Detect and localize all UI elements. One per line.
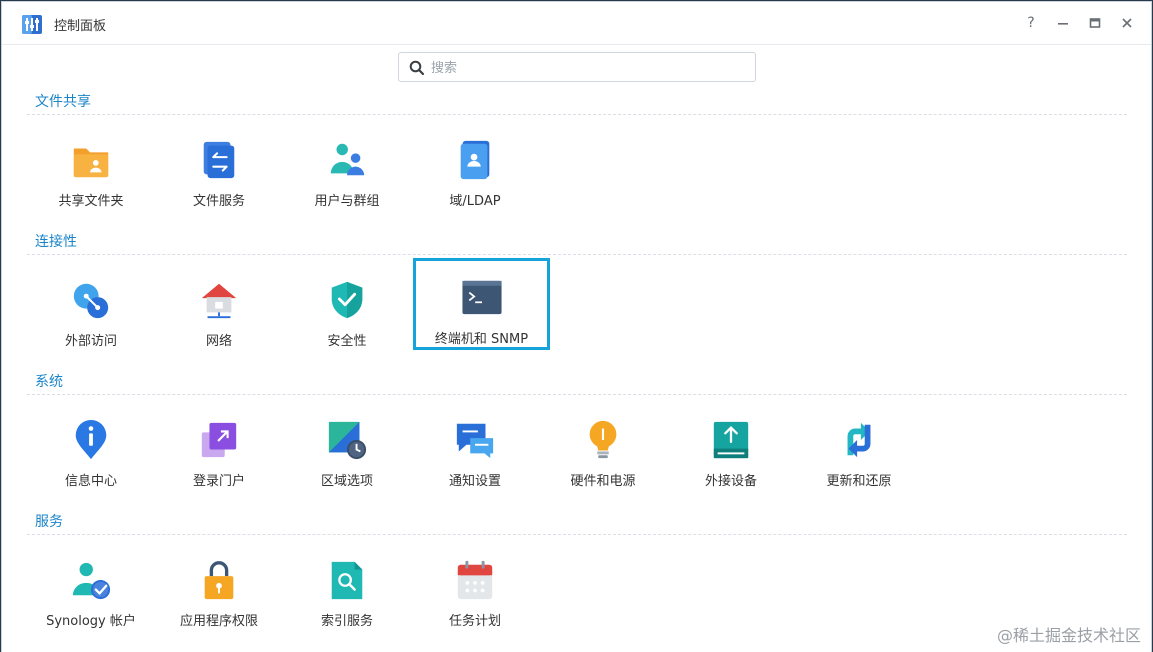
synology-account-icon xyxy=(72,562,111,600)
section-title-system: 系统 xyxy=(35,374,63,390)
search-box[interactable] xyxy=(398,52,756,82)
maximize-icon xyxy=(1089,18,1101,28)
item-label: 更新和还原 xyxy=(826,474,892,489)
minimize-icon xyxy=(1058,23,1068,25)
domain-ldap-icon xyxy=(460,140,490,180)
user-group-icon xyxy=(330,143,365,176)
item-label: 区域选项 xyxy=(320,474,373,489)
section-divider xyxy=(27,394,1127,395)
item-file-services[interactable]: 文件服务 xyxy=(155,121,283,209)
item-label: 任务计划 xyxy=(448,614,501,629)
help-button[interactable]: ? xyxy=(1021,13,1041,33)
item-label: 网络 xyxy=(205,334,232,349)
close-icon xyxy=(1122,18,1132,28)
section-title-file-sharing: 文件共享 xyxy=(35,94,91,110)
item-label: 外接设备 xyxy=(704,474,757,489)
task-scheduler-icon xyxy=(457,560,493,600)
section-divider xyxy=(27,254,1127,255)
search-icon xyxy=(409,60,425,76)
update-restore-icon xyxy=(847,422,871,458)
item-security[interactable]: 安全性 xyxy=(283,261,411,349)
external-devices-icon xyxy=(713,421,749,459)
terminal-icon xyxy=(461,280,502,315)
item-shared-folder[interactable]: 共享文件夹 xyxy=(27,121,155,209)
hardware-power-icon xyxy=(589,420,617,459)
item-network[interactable]: 网络 xyxy=(155,261,283,349)
item-label: 信息中心 xyxy=(64,474,117,489)
item-indexing-service[interactable]: 索引服务 xyxy=(283,541,411,629)
item-label: 硬件和电源 xyxy=(570,474,636,489)
item-hardware-power[interactable]: 硬件和电源 xyxy=(539,401,667,489)
network-icon xyxy=(201,283,237,319)
security-shield-icon xyxy=(331,281,363,319)
item-synology-account[interactable]: Synology 帐户 xyxy=(27,541,155,629)
item-external-devices[interactable]: 外接设备 xyxy=(667,401,795,489)
item-label: 登录门户 xyxy=(192,474,245,489)
item-user-group[interactable]: 用户与群组 xyxy=(283,121,411,209)
control-panel-app-icon xyxy=(22,15,42,34)
item-label: 域/LDAP xyxy=(449,194,501,209)
section-title-connectivity: 连接性 xyxy=(35,234,77,250)
item-regional-options[interactable]: 区域选项 xyxy=(283,401,411,489)
item-domain-ldap[interactable]: 域/LDAP xyxy=(411,121,539,209)
section-divider xyxy=(27,534,1127,535)
indexing-service-icon xyxy=(331,561,363,600)
item-label: Synology 帐户 xyxy=(46,614,136,629)
item-label: 安全性 xyxy=(327,334,367,349)
external-access-icon xyxy=(73,283,109,319)
info-center-icon xyxy=(75,419,107,460)
item-label: 应用程序权限 xyxy=(179,614,258,629)
search-input[interactable] xyxy=(429,57,748,79)
file-services-icon xyxy=(203,141,235,179)
maximize-button[interactable] xyxy=(1085,13,1105,33)
notification-icon xyxy=(456,423,494,459)
item-label: 索引服务 xyxy=(320,614,373,629)
item-update-restore[interactable]: 更新和还原 xyxy=(795,401,923,489)
item-app-privileges[interactable]: 应用程序权限 xyxy=(155,541,283,629)
section-divider xyxy=(27,114,1127,115)
item-label: 外部访问 xyxy=(64,334,117,349)
login-portal-icon xyxy=(201,422,237,458)
item-login-portal[interactable]: 登录门户 xyxy=(155,401,283,489)
watermark: @稀土掘金技术社区 xyxy=(996,626,1141,645)
item-label: 共享文件夹 xyxy=(58,194,124,209)
close-button[interactable] xyxy=(1117,13,1137,33)
section-title-services: 服务 xyxy=(35,514,63,530)
app-privileges-icon xyxy=(204,561,234,600)
window-title: 控制面板 xyxy=(54,19,107,34)
control-panel-window: 控制面板 ? 文件共享 共享文件夹 xyxy=(2,2,1151,652)
title-bar[interactable]: 控制面板 ? xyxy=(2,2,1151,45)
item-external-access[interactable]: 外部访问 xyxy=(27,261,155,349)
item-label: 用户与群组 xyxy=(314,194,380,209)
item-notification[interactable]: 通知设置 xyxy=(411,401,539,489)
item-label: 终端机和 SNMP xyxy=(434,332,529,347)
item-label: 文件服务 xyxy=(192,194,245,209)
minimize-button[interactable] xyxy=(1053,13,1073,33)
item-info-center[interactable]: 信息中心 xyxy=(27,401,155,489)
regional-options-icon xyxy=(328,421,367,460)
shared-folder-icon xyxy=(73,148,109,178)
item-terminal-snmp[interactable]: 终端机和 SNMP xyxy=(413,258,550,350)
item-task-scheduler[interactable]: 任务计划 xyxy=(411,541,539,629)
item-label: 通知设置 xyxy=(448,474,501,489)
